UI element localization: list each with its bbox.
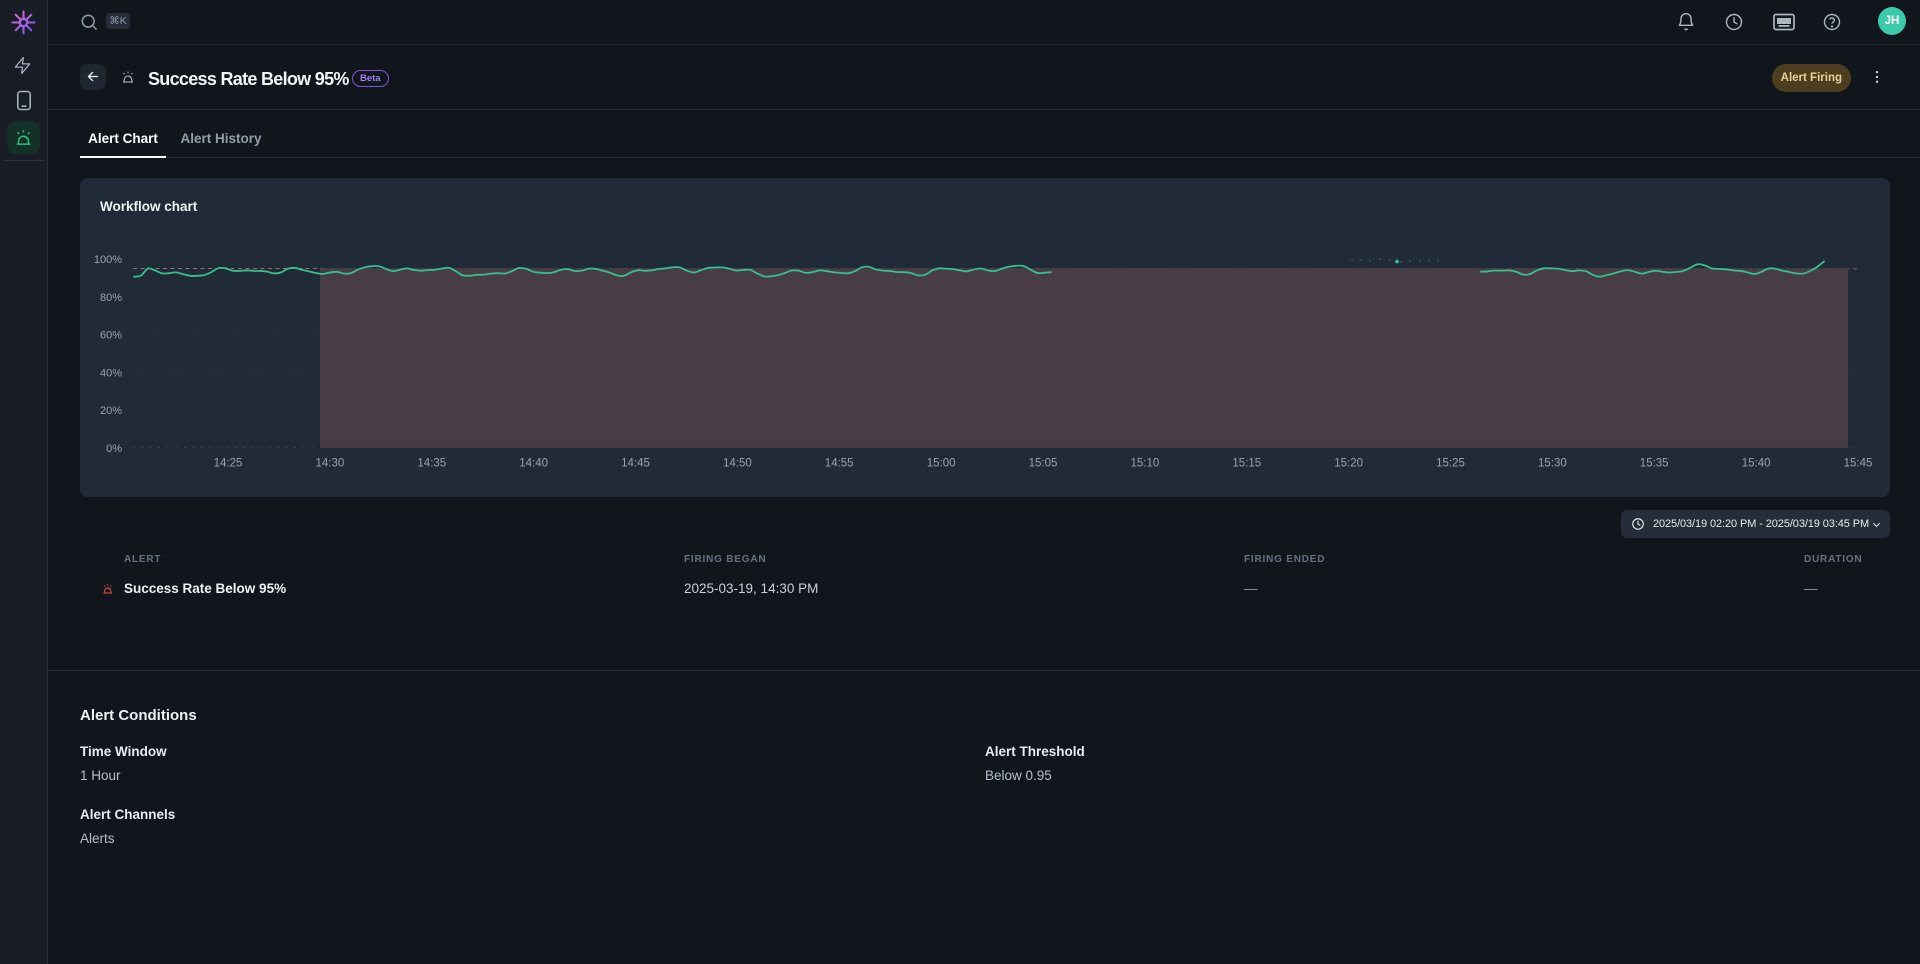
svg-text:14:25: 14:25 bbox=[214, 458, 243, 470]
svg-text:100%: 100% bbox=[94, 254, 122, 266]
svg-text:20%: 20% bbox=[100, 405, 122, 417]
svg-text:15:45: 15:45 bbox=[1844, 458, 1873, 470]
svg-text:14:40: 14:40 bbox=[519, 458, 548, 470]
svg-text:15:25: 15:25 bbox=[1436, 458, 1465, 470]
svg-text:14:45: 14:45 bbox=[621, 458, 650, 470]
svg-text:40%: 40% bbox=[100, 367, 122, 379]
svg-text:14:35: 14:35 bbox=[417, 458, 446, 470]
svg-text:80%: 80% bbox=[100, 292, 122, 304]
svg-text:15:10: 15:10 bbox=[1131, 458, 1160, 470]
svg-text:15:00: 15:00 bbox=[927, 458, 956, 470]
svg-text:15:20: 15:20 bbox=[1334, 458, 1363, 470]
svg-text:14:50: 14:50 bbox=[723, 458, 752, 470]
svg-text:15:05: 15:05 bbox=[1029, 458, 1058, 470]
svg-text:60%: 60% bbox=[100, 330, 122, 342]
svg-text:15:30: 15:30 bbox=[1538, 458, 1567, 470]
svg-text:0%: 0% bbox=[106, 443, 122, 455]
svg-text:14:55: 14:55 bbox=[825, 458, 854, 470]
svg-text:15:15: 15:15 bbox=[1232, 458, 1261, 470]
svg-text:15:40: 15:40 bbox=[1742, 458, 1771, 470]
svg-text:15:35: 15:35 bbox=[1640, 458, 1669, 470]
svg-text:14:30: 14:30 bbox=[316, 458, 345, 470]
